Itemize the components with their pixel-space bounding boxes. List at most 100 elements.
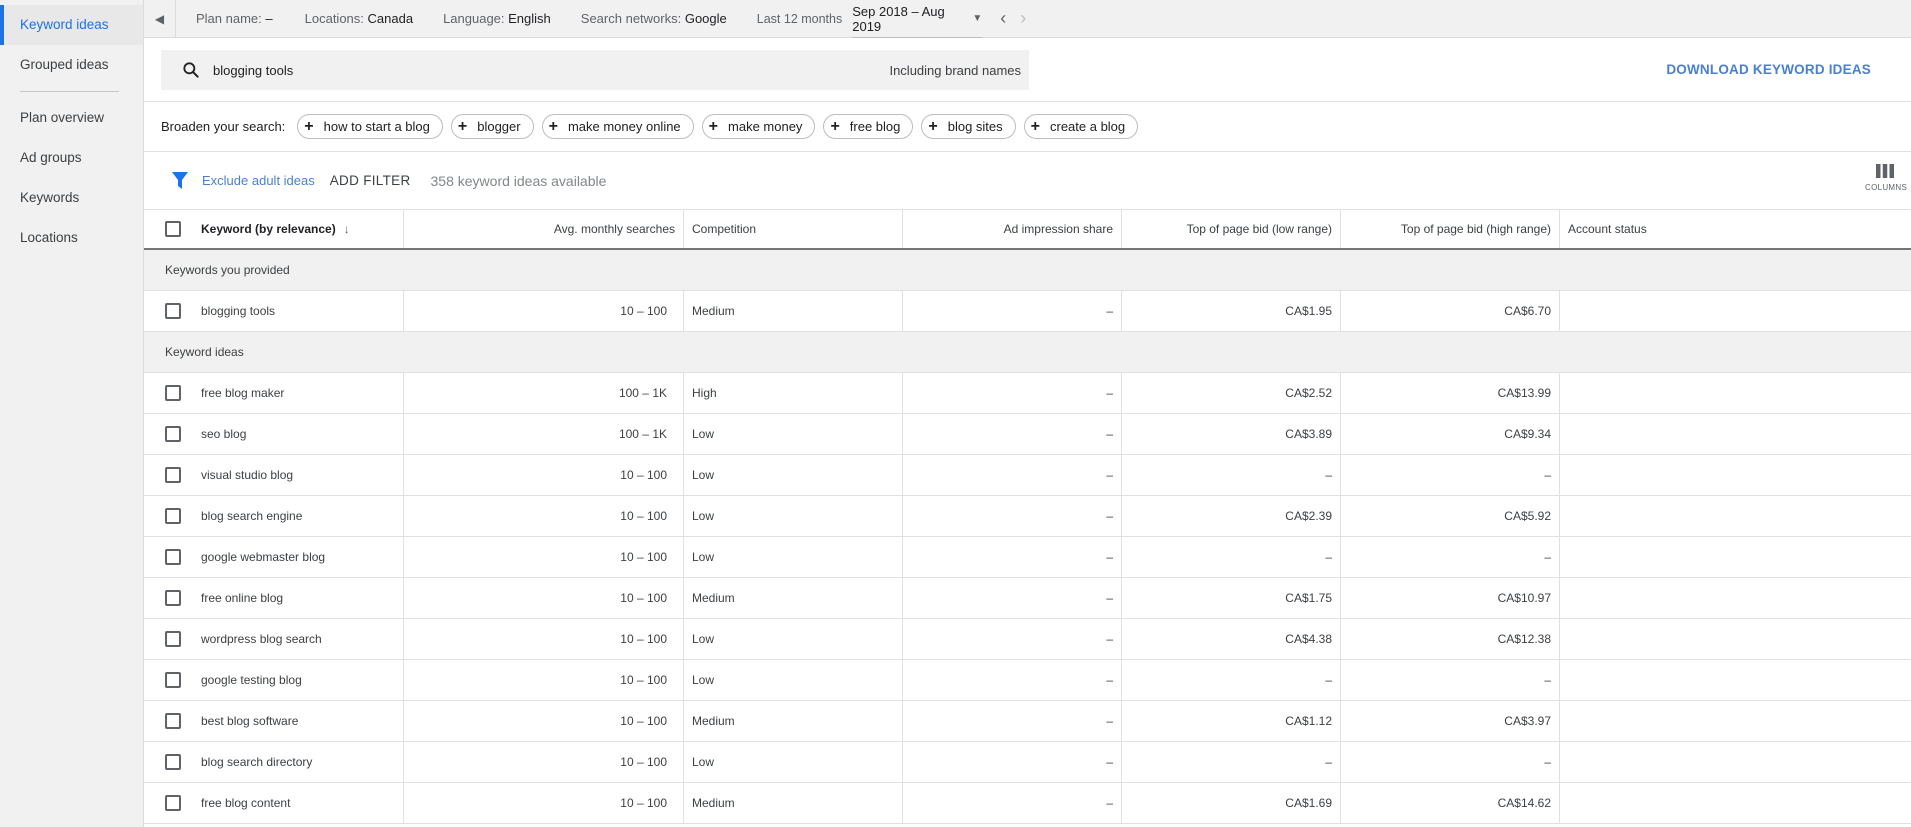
table-row[interactable]: visual studio blog 10 – 100 Low – – –: [144, 455, 1911, 496]
keyword-cell: visual studio blog: [144, 455, 404, 495]
keyword-text: blog search directory: [201, 755, 313, 769]
row-checkbox[interactable]: [165, 590, 181, 606]
table-row[interactable]: best blog software 10 – 100 Medium – CA$…: [144, 701, 1911, 742]
table-row[interactable]: blogging tools 10 – 100 Medium – CA$1.95…: [144, 291, 1911, 332]
date-range-select[interactable]: Sep 2018 – Aug 2019 ▼: [852, 4, 983, 38]
competition-cell: Low: [684, 414, 903, 454]
date-range-label: Last 12 months: [756, 11, 843, 26]
download-keyword-ideas-button[interactable]: DOWNLOAD KEYWORD IDEAS: [1666, 62, 1871, 77]
bid-high-cell: CA$14.62: [1341, 783, 1560, 823]
row-checkbox[interactable]: [165, 426, 181, 442]
account-status-cell: [1560, 660, 1911, 700]
idea-rows: free blog maker 100 – 1K High – CA$2.52 …: [144, 373, 1911, 824]
table-row[interactable]: free blog content 10 – 100 Medium – CA$1…: [144, 783, 1911, 824]
bid-low-cell: CA$4.38: [1122, 619, 1341, 659]
chip-label: free blog: [849, 119, 901, 134]
header-bid-high[interactable]: Top of page bid (high range): [1341, 210, 1560, 248]
chip-label: create a blog: [1049, 119, 1126, 134]
broaden-chip[interactable]: + free blog: [823, 114, 914, 139]
plus-icon: +: [928, 117, 938, 135]
broaden-chip[interactable]: + create a blog: [1023, 114, 1139, 139]
bid-high-cell: –: [1341, 660, 1560, 700]
locations-value: Canada: [367, 11, 414, 26]
row-checkbox[interactable]: [165, 508, 181, 524]
avg-monthly-searches-cell: 10 – 100: [404, 701, 684, 741]
add-filter-button[interactable]: ADD FILTER: [330, 173, 411, 188]
bid-low-cell: CA$2.39: [1122, 496, 1341, 536]
keyword-text: wordpress blog search: [201, 632, 322, 646]
table-row[interactable]: blog search engine 10 – 100 Low – CA$2.3…: [144, 496, 1911, 537]
columns-button[interactable]: COLUMNS: [1865, 164, 1907, 192]
header-ad-impression-share[interactable]: Ad impression share: [903, 210, 1122, 248]
header-account-status[interactable]: Account status: [1560, 210, 1911, 248]
keyword-text: seo blog: [201, 427, 247, 441]
broaden-chip[interactable]: + how to start a blog: [297, 114, 443, 139]
sidebar-item-keywords[interactable]: Keywords: [0, 178, 143, 218]
sidebar-item-keyword-ideas[interactable]: Keyword ideas: [0, 5, 143, 45]
collapse-left-icon[interactable]: ◀: [144, 0, 176, 38]
avg-monthly-searches-cell: 10 – 100: [404, 742, 684, 782]
broaden-chip[interactable]: + make money: [701, 114, 816, 139]
search-networks-field[interactable]: Search networks: Google: [581, 11, 727, 26]
keyword-cell: blog search engine: [144, 496, 404, 536]
account-status-cell: [1560, 619, 1911, 659]
broaden-chip[interactable]: + make money online: [541, 114, 694, 139]
keyword-search-box[interactable]: blogging tools Including brand names: [161, 50, 1029, 90]
table-row[interactable]: google testing blog 10 – 100 Low – – –: [144, 660, 1911, 701]
bid-low-cell: –: [1122, 660, 1341, 700]
keyword-cell: free online blog: [144, 578, 404, 618]
broaden-search-label: Broaden your search:: [161, 119, 286, 134]
keyword-text: blog search engine: [201, 509, 303, 523]
keyword-cell: best blog software: [144, 701, 404, 741]
chevron-right-icon[interactable]: ›: [1020, 8, 1026, 29]
sidebar-item-grouped-ideas[interactable]: Grouped ideas: [0, 45, 143, 85]
table-row[interactable]: wordpress blog search 10 – 100 Low – CA$…: [144, 619, 1911, 660]
avg-monthly-searches-cell: 10 – 100: [404, 783, 684, 823]
bid-low-cell: CA$1.69: [1122, 783, 1341, 823]
table-row[interactable]: google webmaster blog 10 – 100 Low – – –: [144, 537, 1911, 578]
ad-impression-share-cell: –: [903, 496, 1122, 536]
row-checkbox[interactable]: [165, 631, 181, 647]
row-checkbox[interactable]: [165, 467, 181, 483]
header-keyword-cell[interactable]: Keyword (by relevance) ↓: [144, 210, 404, 248]
exclude-adult-ideas-filter[interactable]: Exclude adult ideas: [202, 173, 315, 188]
table-row[interactable]: blog search directory 10 – 100 Low – – –: [144, 742, 1911, 783]
avg-monthly-searches-cell: 100 – 1K: [404, 414, 684, 454]
keyword-search-row: blogging tools Including brand names DOW…: [144, 38, 1911, 102]
table-row[interactable]: seo blog 100 – 1K Low – CA$3.89 CA$9.34: [144, 414, 1911, 455]
plan-name-field[interactable]: Plan name: –: [196, 11, 273, 26]
account-status-cell: [1560, 496, 1911, 536]
search-icon: [181, 60, 201, 80]
brand-names-toggle[interactable]: Including brand names: [889, 63, 1021, 78]
row-checkbox[interactable]: [165, 672, 181, 688]
broaden-search-row: Broaden your search: + how to start a blo…: [144, 102, 1911, 152]
filter-icon[interactable]: [172, 171, 188, 190]
row-checkbox[interactable]: [165, 385, 181, 401]
sidebar-item-plan-overview[interactable]: Plan overview: [0, 98, 143, 138]
table-header-row: Keyword (by relevance) ↓ Avg. monthly se…: [144, 210, 1911, 250]
header-bid-low[interactable]: Top of page bid (low range): [1122, 210, 1341, 248]
table-row[interactable]: free blog maker 100 – 1K High – CA$2.52 …: [144, 373, 1911, 414]
language-field[interactable]: Language: English: [443, 11, 551, 26]
broaden-chip[interactable]: + blog sites: [921, 114, 1016, 139]
ad-impression-share-cell: –: [903, 578, 1122, 618]
row-checkbox[interactable]: [165, 549, 181, 565]
row-checkbox[interactable]: [165, 303, 181, 319]
sidebar-item-locations[interactable]: Locations: [0, 218, 143, 258]
bid-low-cell: –: [1122, 455, 1341, 495]
header-avg-monthly-searches[interactable]: Avg. monthly searches: [404, 210, 684, 248]
row-checkbox[interactable]: [165, 754, 181, 770]
chevron-left-icon[interactable]: ‹: [1000, 8, 1006, 29]
header-competition[interactable]: Competition: [684, 210, 903, 248]
select-all-checkbox[interactable]: [165, 221, 181, 237]
search-query-text[interactable]: blogging tools: [213, 63, 889, 78]
row-checkbox[interactable]: [165, 795, 181, 811]
sidebar-item-ad-groups[interactable]: Ad groups: [0, 138, 143, 178]
language-label: Language:: [443, 11, 505, 26]
broaden-chip[interactable]: + blogger: [450, 114, 534, 139]
sidebar-divider: [20, 91, 119, 92]
table-row[interactable]: free online blog 10 – 100 Medium – CA$1.…: [144, 578, 1911, 619]
row-checkbox[interactable]: [165, 713, 181, 729]
locations-field[interactable]: Locations: Canada: [305, 11, 413, 26]
bid-low-cell: –: [1122, 537, 1341, 577]
